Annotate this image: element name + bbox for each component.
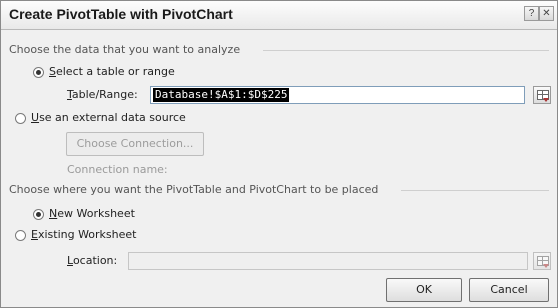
table-range-input[interactable]: Database!$A$1:$D$225 xyxy=(150,86,525,104)
location-label: Location: xyxy=(67,254,118,267)
location-picker-icon[interactable] xyxy=(533,252,551,270)
table-range-label: Table/Range: xyxy=(67,88,138,101)
existing-worksheet-radio[interactable] xyxy=(15,230,26,241)
dialog-title: Create PivotTable with PivotChart xyxy=(9,6,233,22)
placement-section-heading: Choose where you want the PivotTable and… xyxy=(9,183,379,196)
ok-button[interactable]: OK xyxy=(386,278,462,302)
select-table-radio[interactable] xyxy=(33,67,44,78)
new-worksheet-label[interactable]: New Worksheet xyxy=(49,207,135,220)
section-divider xyxy=(401,190,549,191)
close-icon[interactable]: ✕ xyxy=(539,6,554,21)
select-table-label[interactable]: Select a table or range xyxy=(49,65,175,78)
create-pivottable-dialog: Create PivotTable with PivotChart ? ✕ Ch… xyxy=(0,0,558,308)
title-bar: Create PivotTable with PivotChart ? ✕ xyxy=(1,1,557,30)
section-divider xyxy=(263,50,549,51)
new-worksheet-radio[interactable] xyxy=(33,209,44,220)
range-picker-icon[interactable] xyxy=(533,86,551,104)
external-source-label[interactable]: Use an external data source xyxy=(31,111,186,124)
connection-name-label: Connection name: xyxy=(67,163,168,176)
existing-worksheet-label[interactable]: Existing Worksheet xyxy=(31,228,136,241)
external-source-radio[interactable] xyxy=(15,113,26,124)
help-icon[interactable]: ? xyxy=(524,6,539,21)
cancel-button[interactable]: Cancel xyxy=(469,278,549,302)
choose-connection-button[interactable]: Choose Connection... xyxy=(66,132,204,156)
table-range-value[interactable]: Database!$A$1:$D$225 xyxy=(153,88,290,102)
data-section-heading: Choose the data that you want to analyze xyxy=(9,43,241,56)
location-input[interactable] xyxy=(128,252,528,270)
